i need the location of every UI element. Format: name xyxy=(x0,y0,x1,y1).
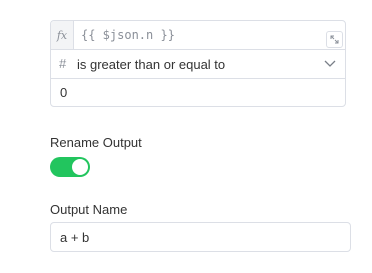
expression-row[interactable]: fx {{ $json.n }} xyxy=(51,21,345,50)
fx-icon: fx xyxy=(51,21,74,49)
value-field[interactable]: 0 xyxy=(51,79,345,106)
condition-box: fx {{ $json.n }} # is greater than or eq… xyxy=(50,20,346,107)
toggle-knob xyxy=(72,159,88,175)
operator-value: is greater than or equal to xyxy=(77,57,226,72)
rename-output-toggle[interactable] xyxy=(50,157,90,177)
chevron-down-icon xyxy=(324,60,336,67)
rename-output-label: Rename Output xyxy=(50,135,142,150)
operator-select[interactable]: # is greater than or equal to xyxy=(51,50,345,79)
value-text: 0 xyxy=(60,85,68,100)
expand-icon xyxy=(330,35,339,44)
expression-field[interactable]: {{ $json.n }} xyxy=(81,28,175,42)
output-name-input[interactable]: a + b xyxy=(50,222,351,252)
output-name-value: a + b xyxy=(60,230,90,245)
hash-icon: # xyxy=(59,56,67,71)
expand-expression-button[interactable] xyxy=(326,31,343,48)
output-name-label: Output Name xyxy=(50,202,128,217)
